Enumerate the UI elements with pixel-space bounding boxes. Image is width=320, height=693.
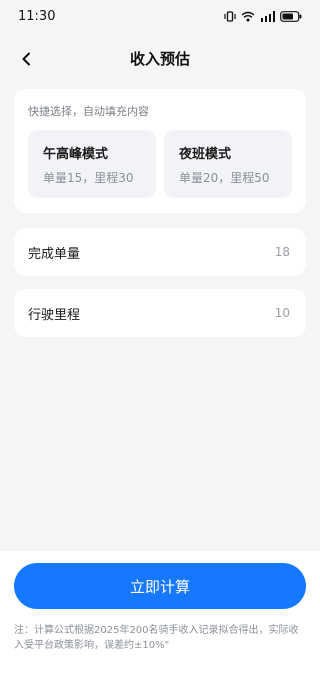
page-title: 收入预估 [129,49,190,68]
signal-icon [260,10,275,22]
back-button[interactable] [12,46,40,74]
vibrate-icon [224,10,236,22]
quick-select-hint: 快捷选择，自动填充内容 [28,105,149,118]
mode-title: 午高峰模式 [43,147,109,162]
order-count-input[interactable] [208,244,292,260]
quick-select-card: 快捷选择，自动填充内容 午高峰模式 单量15，里程30 夜班模式 单量20，里程… [14,89,306,213]
mileage-row[interactable]: 行驶里程 [14,289,306,337]
night-shift-mode-button[interactable]: 夜班模式 单量20，里程50 [164,130,292,198]
calculate-button[interactable]: 立即计算 [14,563,306,609]
mileage-label: 行驶里程 [28,307,81,323]
mode-description: 单量20，里程50 [179,171,270,185]
mileage-input[interactable] [208,305,292,321]
status-time: 11:30 [18,8,56,24]
battery-icon [280,10,302,22]
mode-description: 单量15，里程30 [43,171,134,185]
mode-title: 夜班模式 [179,147,232,162]
rush-hour-mode-button[interactable]: 午高峰模式 单量15，里程30 [28,130,156,198]
wifi-icon [241,11,255,22]
status-bar: 11:30 [0,0,320,32]
nav-bar: 收入预估 [0,38,320,78]
footnote: 注：计算公式根据2025年200名骑手收入记录拟合得出，实际收入受平台政策影响，… [14,625,299,651]
chevron-left-icon [21,51,31,70]
status-icons [224,10,302,22]
bottom-action-area: 立即计算 注：计算公式根据2025年200名骑手收入记录拟合得出，实际收入受平台… [0,551,320,693]
order-count-label: 完成单量 [28,246,81,262]
order-count-row[interactable]: 完成单量 [14,228,306,276]
